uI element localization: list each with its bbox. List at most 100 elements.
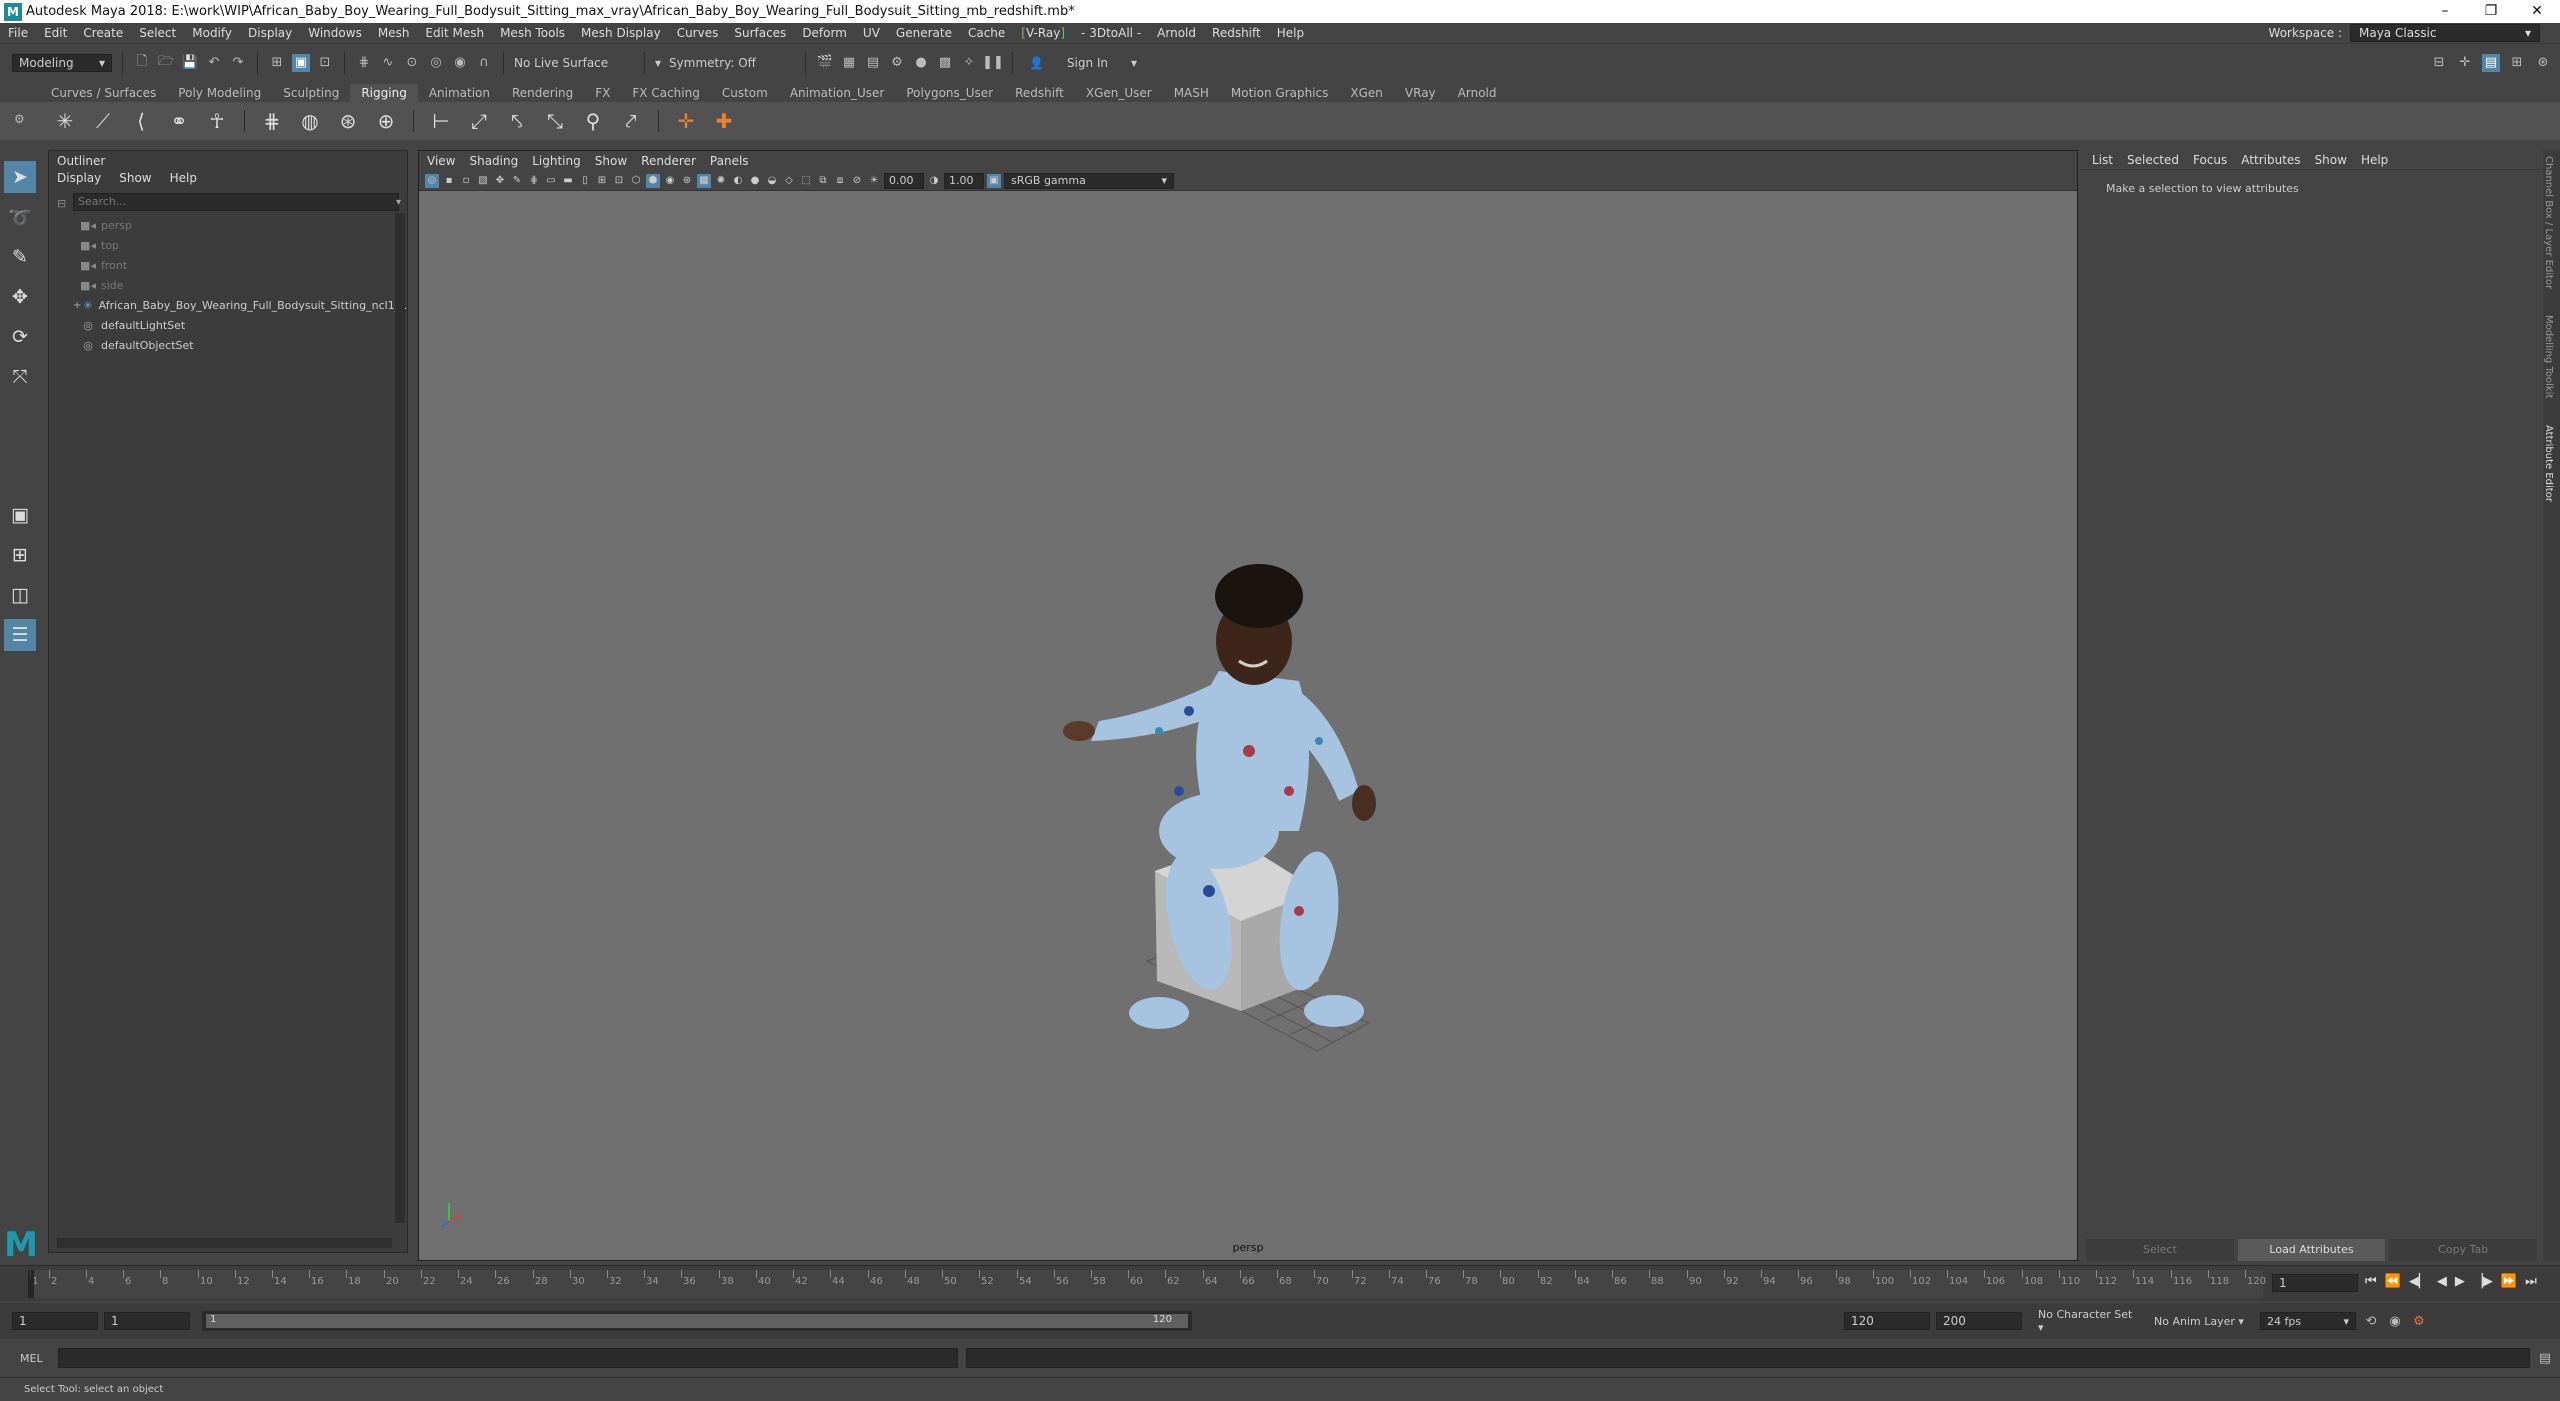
bookmark-icon[interactable]: ▫ <box>459 174 473 188</box>
outliner-item-baby-rig[interactable]: + ✳ African_Baby_Boy_Wearing_Full_Bodysuit… <box>73 295 407 315</box>
play-forwards-icon[interactable]: ▶ <box>2455 1274 2465 1289</box>
viewport-menu-lighting[interactable]: Lighting <box>532 154 581 168</box>
gate-mask-icon[interactable]: ▯ <box>578 174 592 188</box>
outliner-item-default-light-set[interactable]: ◎ defaultLightSet <box>73 315 407 335</box>
auto-key-icon[interactable]: ◉ <box>2386 1312 2404 1330</box>
command-input[interactable] <box>58 1348 958 1368</box>
select-component-icon[interactable]: ⊡ <box>316 54 334 72</box>
copy-tab-button[interactable]: Copy Tab <box>2389 1239 2538 1261</box>
character-set-dropdown[interactable]: No Character Set ▾ <box>2028 1308 2138 1334</box>
screen-space-ao-icon[interactable]: ● <box>748 174 762 188</box>
search-options-icon[interactable]: ▾ <box>396 197 401 208</box>
snap-magnet-icon[interactable]: ∩ <box>475 54 493 72</box>
filter-icon[interactable]: ⊟ <box>57 197 66 210</box>
four-view-layout-icon[interactable]: ⊞ <box>4 539 36 571</box>
blend-shape-icon[interactable]: ⊕ <box>371 106 401 136</box>
gamma-icon[interactable]: ◑ <box>927 174 941 188</box>
outliner-item-front[interactable]: ■◂ front <box>73 255 407 275</box>
playback-start-field[interactable]: 1 <box>104 1312 190 1330</box>
human-ik-shelf-icon[interactable]: ☥ <box>202 106 232 136</box>
time-ruler[interactable]: 1 2 4 6 8 10 12 14 16 18 20 22 24 26 28 30 32 34 36 38 40 42 4… <box>28 1270 2266 1298</box>
outliner-menu-help[interactable]: Help <box>170 171 197 189</box>
shelf-tab-redshift[interactable]: Redshift <box>1004 84 1075 102</box>
parent-constraint-icon[interactable]: ⚲ <box>578 106 608 136</box>
shelf-tab-animation-user[interactable]: Animation_User <box>779 84 896 102</box>
shelf-tab-curves-surfaces[interactable]: Curves / Surfaces <box>40 84 167 102</box>
perspective-outliner-layout-icon[interactable]: ◫ <box>4 579 36 611</box>
wireframe-icon[interactable]: ⬡ <box>629 174 643 188</box>
two-d-pan-icon[interactable]: ✥ <box>493 174 507 188</box>
ae-menu-help[interactable]: Help <box>2361 153 2388 167</box>
snap-view-icon[interactable]: ◎ <box>427 54 445 72</box>
new-scene-icon[interactable]: 🗋 <box>133 54 151 72</box>
ae-menu-attributes[interactable]: Attributes <box>2241 153 2300 167</box>
maximize-icon[interactable]: ❐ <box>2468 0 2514 23</box>
skin-bind-icon[interactable]: ⚭ <box>164 106 194 136</box>
snap-grid-icon[interactable]: ⋕ <box>355 54 373 72</box>
menu-vray[interactable]: [V-Ray] <box>1013 26 1073 40</box>
menu-windows[interactable]: Windows <box>300 26 370 40</box>
shelf-tab-vray[interactable]: VRay <box>1394 84 1447 102</box>
shelf-tab-xgen[interactable]: XGen <box>1339 84 1394 102</box>
single-perspective-layout-icon[interactable]: ▣ <box>4 499 36 531</box>
smooth-shade-icon[interactable]: ⬢ <box>646 173 660 188</box>
viewport-menu-renderer[interactable]: Renderer <box>641 154 696 168</box>
menu-redshift[interactable]: Redshift <box>1204 26 1269 40</box>
exposure-icon[interactable]: ☀ <box>867 174 881 188</box>
menu-surfaces[interactable]: Surfaces <box>726 26 794 40</box>
pause-icon[interactable]: ❚❚ <box>982 54 1004 72</box>
film-gate-icon[interactable]: ▭ <box>544 174 558 188</box>
outliner-item-default-object-set[interactable]: ◎ defaultObjectSet <box>73 335 407 355</box>
load-attributes-button[interactable]: Load Attributes <box>2237 1239 2386 1261</box>
render-view-icon[interactable]: 🎬 <box>816 54 834 72</box>
menu-cache[interactable]: Cache <box>960 26 1013 40</box>
scene-end-field[interactable]: 200 <box>1936 1312 2022 1330</box>
scale-constraint-icon[interactable]: ⤡ <box>540 106 570 136</box>
range-slider[interactable]: 1 120 <box>202 1311 1192 1331</box>
locator-icon[interactable]: ✛ <box>671 106 701 136</box>
redo-icon[interactable]: ↷ <box>229 54 247 72</box>
scale-tool-icon[interactable]: ⤧ <box>4 361 36 393</box>
outliner-menu-display[interactable]: Display <box>57 171 101 189</box>
viewport-menu-shading[interactable]: Shading <box>469 154 518 168</box>
tab-modelling-toolkit[interactable]: Modelling Toolkit <box>2543 309 2554 404</box>
select-hierarchy-icon[interactable]: ⊞ <box>268 54 286 72</box>
textured-icon[interactable]: ▩ <box>697 173 711 188</box>
aim-constraint-icon[interactable]: ⤢ <box>464 106 494 136</box>
menu-set-dropdown[interactable]: Modeling ▾ <box>12 53 112 72</box>
shelf-tab-rendering[interactable]: Rendering <box>501 84 584 102</box>
menu-curves[interactable]: Curves <box>669 26 727 40</box>
select-object-icon[interactable]: ▣ <box>292 53 310 72</box>
grease-pencil-icon[interactable]: ✎ <box>510 174 524 188</box>
shelf-tab-polygons-user[interactable]: Polygons_User <box>895 84 1004 102</box>
shelf-tab-poly-modeling[interactable]: Poly Modeling <box>167 84 272 102</box>
outliner-search-input[interactable]: Search... <box>73 193 399 211</box>
color-management-icon[interactable]: ▣ <box>987 173 1001 188</box>
shelf-tab-sculpting[interactable]: Sculpting <box>272 84 350 102</box>
cluster-handle-icon[interactable]: ✚ <box>709 106 739 136</box>
render-settings-icon[interactable]: ⚙ <box>888 54 906 72</box>
select-tool-icon[interactable]: ➤ <box>4 161 36 193</box>
gamma-field[interactable]: 1.00 <box>944 172 984 189</box>
current-time-indicator[interactable] <box>28 1270 34 1298</box>
menu-mesh-display[interactable]: Mesh Display <box>573 26 669 40</box>
go-to-start-icon[interactable]: ⏮ <box>2365 1274 2377 1289</box>
ik-spline-icon[interactable]: ⟨ <box>126 106 156 136</box>
ae-select-button[interactable]: Select <box>2086 1239 2234 1261</box>
render-current-icon[interactable]: ▦ <box>840 54 858 72</box>
lasso-tool-icon[interactable]: ➰ <box>4 201 36 233</box>
menu-edit-mesh[interactable]: Edit Mesh <box>417 26 492 40</box>
menu-generate[interactable]: Generate <box>888 26 960 40</box>
hypershade-icon[interactable]: ● <box>912 54 930 72</box>
motion-blur-icon[interactable]: ◒ <box>765 174 779 188</box>
menu-modify[interactable]: Modify <box>184 26 240 40</box>
workspace-dropdown[interactable]: Maya Classic ▾ <box>2350 24 2540 42</box>
view-transform-dropdown[interactable]: sRGB gamma ▾ <box>1004 172 1174 189</box>
ipr-render-icon[interactable]: ▤ <box>864 54 882 72</box>
live-surface-label[interactable]: No Live Surface <box>514 56 634 70</box>
shelf-tab-xgen-user[interactable]: XGen_User <box>1075 84 1163 102</box>
outliner-vertical-scrollbar[interactable] <box>395 213 405 1223</box>
exposure-field[interactable]: 0.00 <box>884 172 924 189</box>
use-all-lights-icon[interactable]: ✺ <box>714 174 728 188</box>
play-backwards-icon[interactable]: ◀ <box>2437 1274 2447 1289</box>
